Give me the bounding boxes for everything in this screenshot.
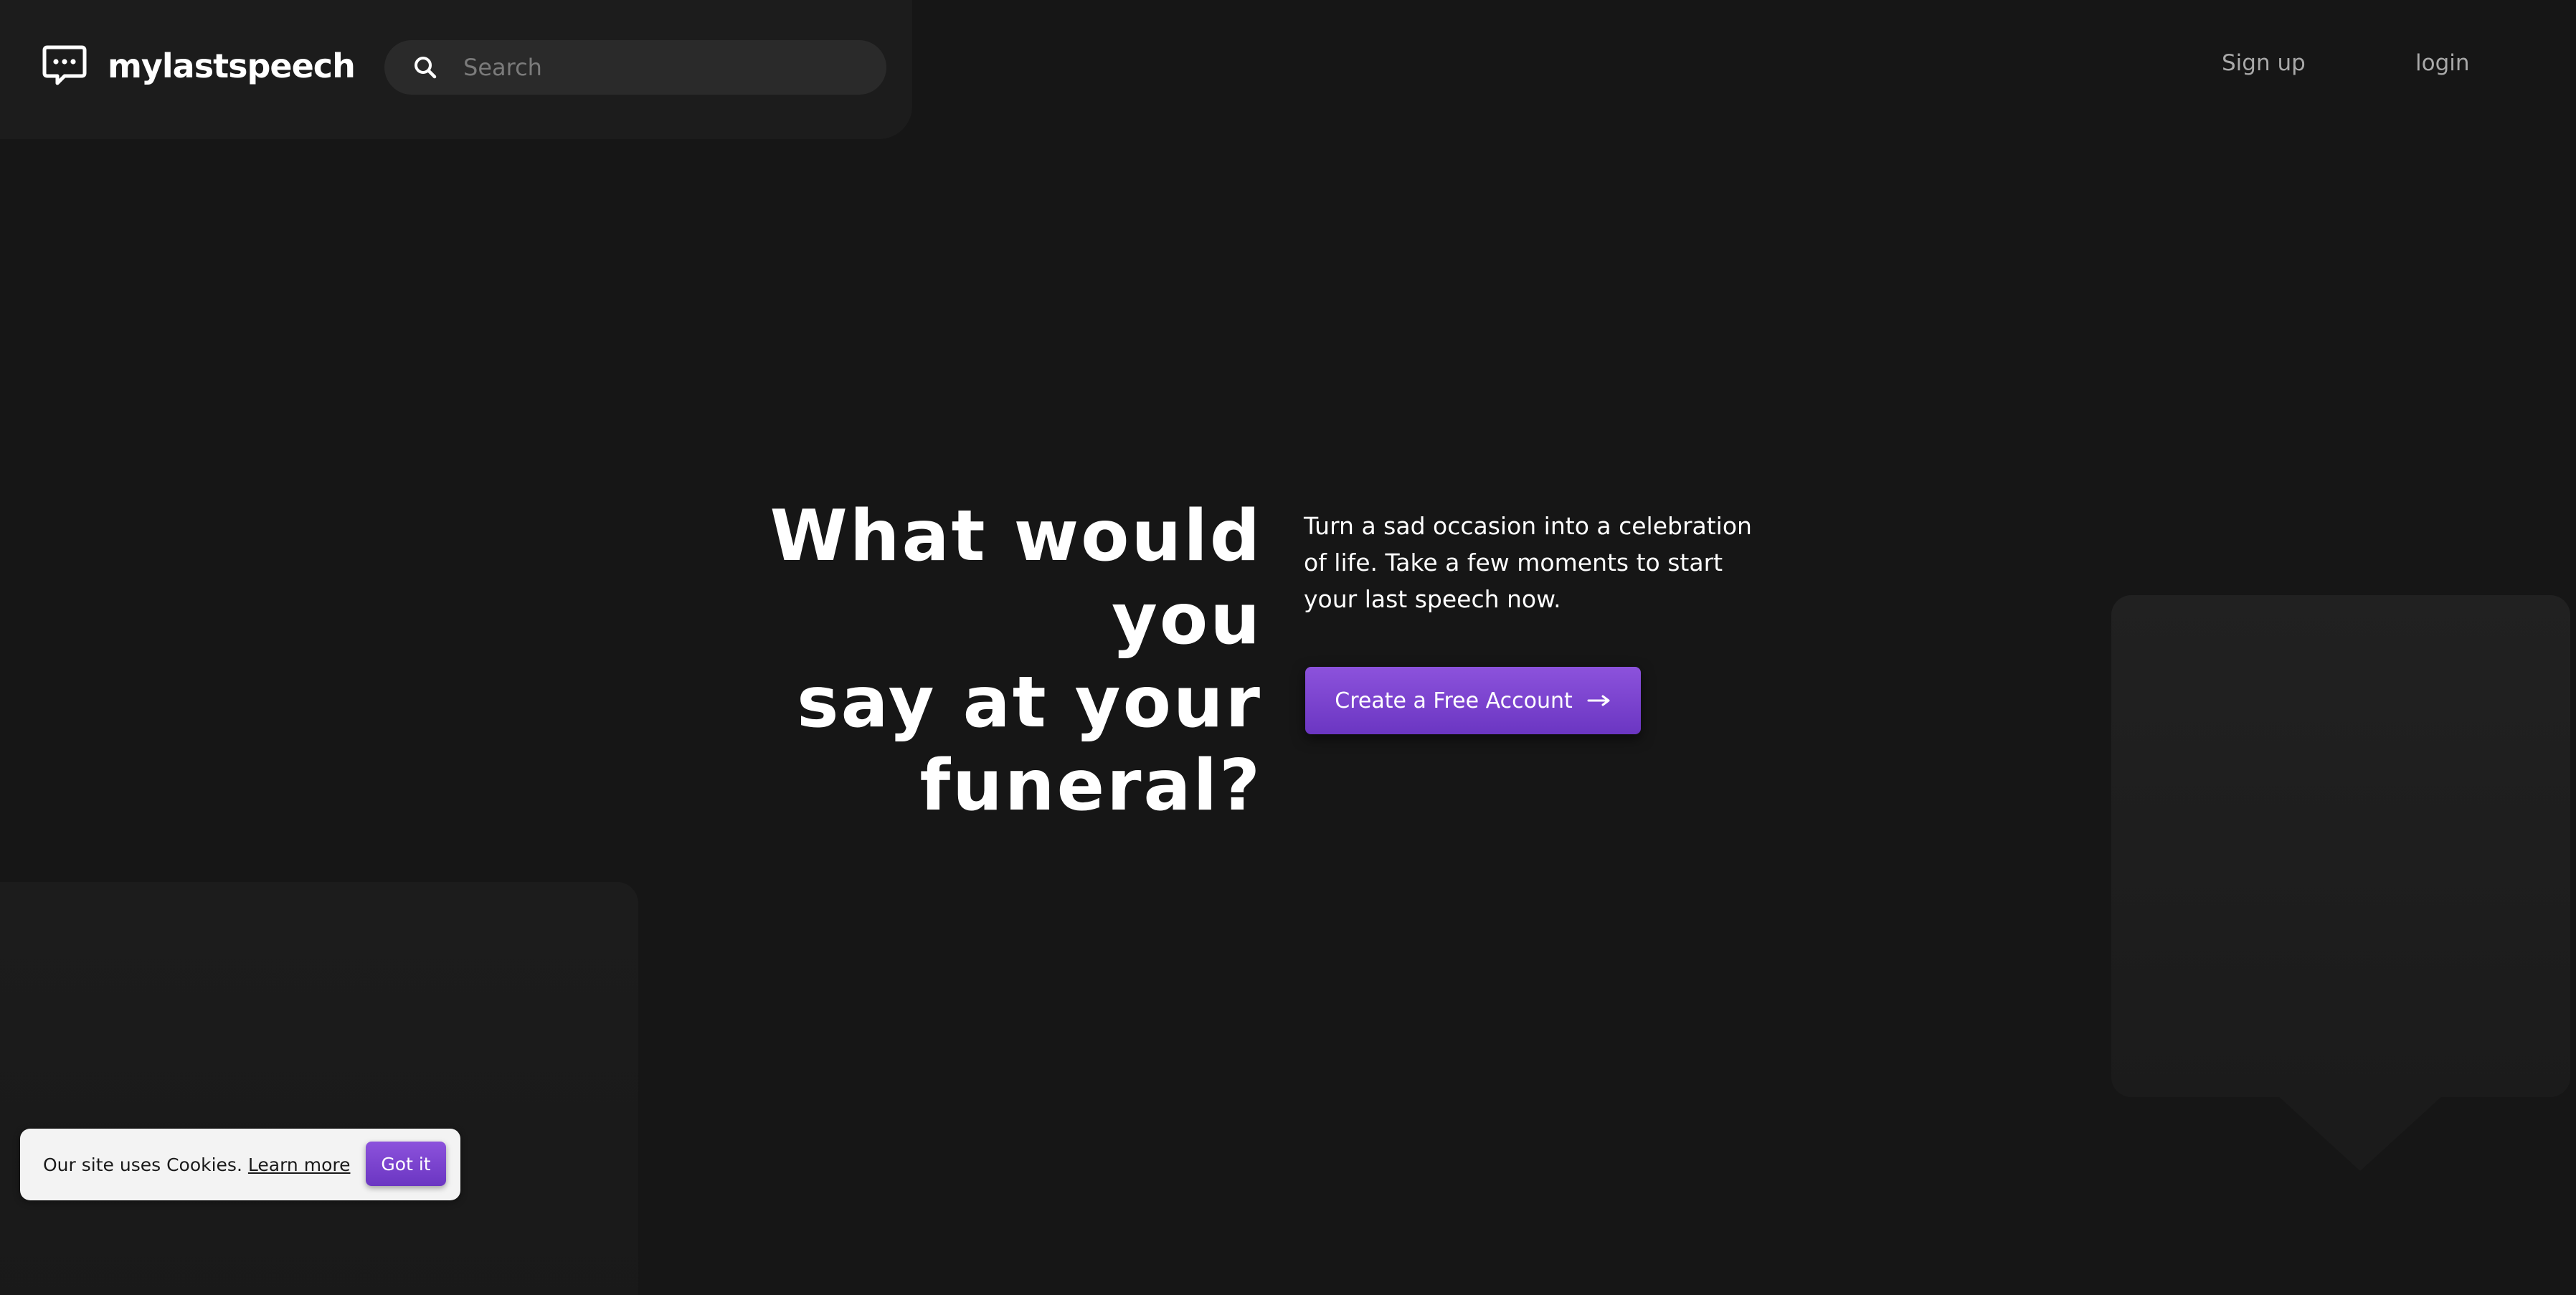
hero-description: Turn a sad occasion into a celebration o… [1304,512,1752,613]
logo-link[interactable]: mylastspeech [42,43,356,89]
header-panel: mylastspeech [0,0,912,139]
background-speech-bubble [2111,595,2570,1097]
create-account-label: Create a Free Account [1335,688,1573,713]
cookie-banner: Our site uses Cookies. Learn more Got it [20,1129,460,1200]
cookie-accept-button[interactable]: Got it [366,1142,446,1186]
signup-link[interactable]: Sign up [2222,50,2306,76]
brand-name: mylastspeech [108,47,356,85]
cookie-learn-more-link[interactable]: Learn more [248,1154,351,1175]
page: mylastspeech Sign up login What would yo… [0,0,2576,1295]
background-panel-left [0,882,638,1295]
speech-bubble-ellipsis-icon [42,45,87,85]
hero-heading-line: funeral? [919,745,1262,827]
search-icon[interactable] [413,55,437,80]
login-link[interactable]: login [2415,50,2470,76]
hero-heading-line: say at your [797,662,1262,744]
create-account-button[interactable]: Create a Free Account [1305,667,1641,734]
hero-heading: What would you say at your funeral? [688,495,1262,827]
background-speech-bubble-tail [2278,1096,2443,1171]
search-bar [384,40,886,95]
hero-heading-line: What would you [770,495,1262,660]
cookie-text: Our site uses Cookies. [43,1154,242,1175]
arrow-right-icon [1587,695,1610,706]
search-input[interactable] [463,46,886,89]
